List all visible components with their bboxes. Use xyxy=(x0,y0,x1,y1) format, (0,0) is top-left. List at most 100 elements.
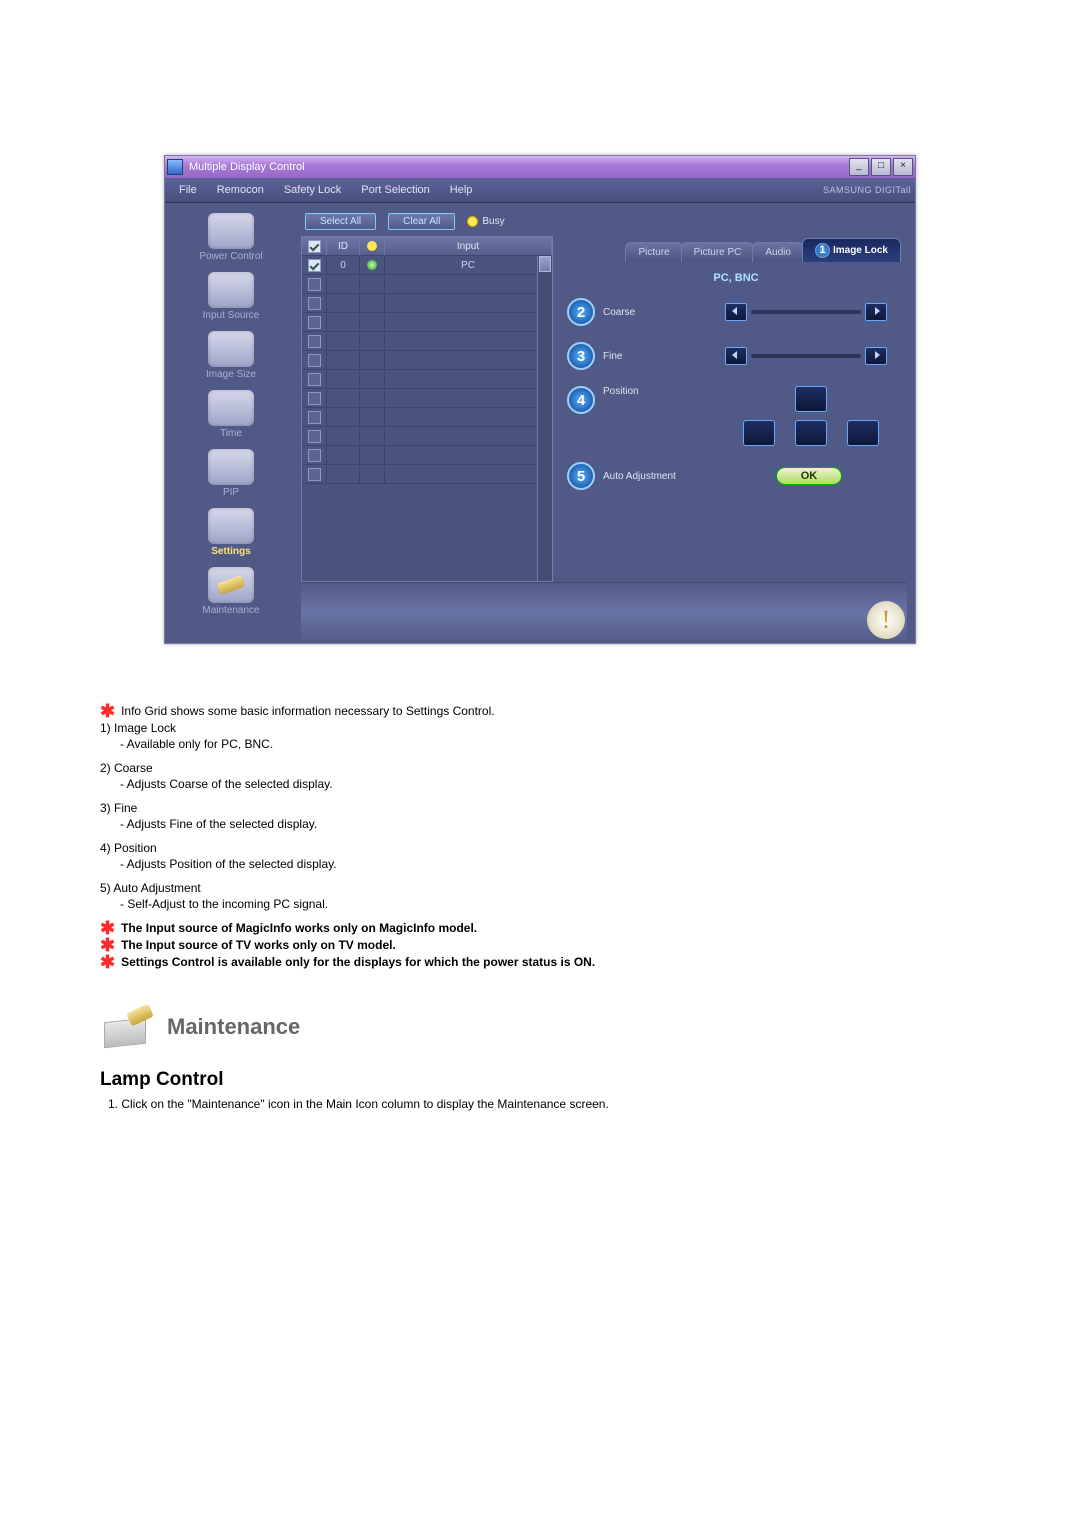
menu-port-selection[interactable]: Port Selection xyxy=(351,180,439,200)
maintenance-heading: Maintenance xyxy=(100,1004,980,1049)
coarse-decrease-button[interactable] xyxy=(725,303,747,321)
tab-picture-pc[interactable]: Picture PC xyxy=(681,242,755,262)
busy-legend: Busy xyxy=(467,216,504,227)
sidebar-item-label: Input Source xyxy=(203,310,260,321)
menu-remocon[interactable]: Remocon xyxy=(207,180,274,200)
power-icon xyxy=(208,213,254,249)
row-checkbox[interactable] xyxy=(308,354,321,367)
table-row[interactable] xyxy=(302,351,552,370)
auto-adjust-ok-button[interactable]: OK xyxy=(776,467,843,485)
row-id: 0 xyxy=(327,256,360,274)
row-id xyxy=(327,408,360,426)
marker-2: 2 xyxy=(567,298,595,326)
row-checkbox[interactable] xyxy=(308,316,321,329)
info-grid: ID Input 0 PC xyxy=(301,236,553,582)
row-checkbox[interactable] xyxy=(308,278,321,291)
row-input xyxy=(385,427,552,445)
menu-safety-lock[interactable]: Safety Lock xyxy=(274,180,351,200)
row-checkbox[interactable] xyxy=(308,259,321,272)
note-text: The Input source of MagicInfo works only… xyxy=(121,921,477,935)
table-row[interactable] xyxy=(302,313,552,332)
col-id[interactable]: ID xyxy=(327,237,360,255)
row-input xyxy=(385,465,552,483)
header-checkbox-icon[interactable] xyxy=(308,240,321,253)
input-source-icon xyxy=(208,272,254,308)
marker-4: 4 xyxy=(567,386,595,414)
position-right-button[interactable] xyxy=(847,420,879,446)
sidebar-item-label: Time xyxy=(220,428,242,439)
sidebar-item-settings[interactable]: Settings xyxy=(165,508,297,557)
sidebar-item-maintenance[interactable]: Maintenance xyxy=(165,567,297,616)
row-input xyxy=(385,294,552,312)
star-icon: ✱ xyxy=(100,921,115,935)
row-position: 4 Position xyxy=(567,386,905,446)
maintenance-icon xyxy=(208,567,254,603)
position-left-button[interactable] xyxy=(743,420,775,446)
col-input[interactable]: Input xyxy=(385,237,552,255)
note-4-sub: - Adjusts Position of the selected displ… xyxy=(120,857,980,871)
maximize-button[interactable]: □ xyxy=(871,158,891,176)
row-input: PC xyxy=(385,256,552,274)
window-title: Multiple Display Control xyxy=(189,161,305,173)
table-row[interactable] xyxy=(302,332,552,351)
source-banner: PC, BNC xyxy=(567,272,905,284)
work-area: Select All Clear All Busy ID In xyxy=(297,203,915,643)
row-checkbox[interactable] xyxy=(308,430,321,443)
position-up-button[interactable] xyxy=(795,386,827,412)
tab-audio[interactable]: Audio xyxy=(752,242,804,262)
sidebar-item-time[interactable]: Time xyxy=(165,390,297,439)
marker-3: 3 xyxy=(567,342,595,370)
coarse-increase-button[interactable] xyxy=(865,303,887,321)
fine-stepper xyxy=(675,347,905,365)
brand-label: SAMSUNG DIGITall xyxy=(823,185,911,195)
minimize-button[interactable]: _ xyxy=(849,158,869,176)
sidebar-item-label: Power Control xyxy=(199,251,262,262)
col-check[interactable] xyxy=(302,237,327,255)
row-checkbox[interactable] xyxy=(308,392,321,405)
table-row[interactable] xyxy=(302,446,552,465)
sidebar-item-label: Settings xyxy=(211,546,250,557)
row-fine: 3 Fine xyxy=(567,342,905,370)
fine-increase-button[interactable] xyxy=(865,347,887,365)
scroll-thumb[interactable] xyxy=(539,256,551,272)
table-row[interactable]: 0 PC xyxy=(302,256,552,275)
row-checkbox[interactable] xyxy=(308,373,321,386)
row-id xyxy=(327,294,360,312)
row-checkbox[interactable] xyxy=(308,468,321,481)
row-status xyxy=(360,427,385,445)
fine-track[interactable] xyxy=(751,354,861,358)
row-status xyxy=(360,351,385,369)
table-row[interactable] xyxy=(302,408,552,427)
fine-decrease-button[interactable] xyxy=(725,347,747,365)
table-row[interactable] xyxy=(302,465,552,484)
table-row[interactable] xyxy=(302,389,552,408)
table-row[interactable] xyxy=(302,370,552,389)
sidebar-item-image-size[interactable]: Image Size xyxy=(165,331,297,380)
grid-scrollbar[interactable] xyxy=(537,256,552,581)
star-icon: ✱ xyxy=(100,938,115,952)
col-status[interactable] xyxy=(360,237,385,255)
footer-bar: ! xyxy=(301,582,907,643)
clear-all-button[interactable]: Clear All xyxy=(388,213,455,230)
coarse-track[interactable] xyxy=(751,310,861,314)
row-checkbox[interactable] xyxy=(308,335,321,348)
sidebar-item-power-control[interactable]: Power Control xyxy=(165,213,297,262)
tab-picture[interactable]: Picture xyxy=(625,242,682,262)
menu-help[interactable]: Help xyxy=(440,180,483,200)
select-all-button[interactable]: Select All xyxy=(305,213,376,230)
sidebar-item-pip[interactable]: PIP xyxy=(165,449,297,498)
table-row[interactable] xyxy=(302,294,552,313)
row-checkbox[interactable] xyxy=(308,411,321,424)
tab-image-lock[interactable]: 1Image Lock xyxy=(802,238,901,262)
row-checkbox[interactable] xyxy=(308,449,321,462)
table-row[interactable] xyxy=(302,275,552,294)
sidebar-item-input-source[interactable]: Input Source xyxy=(165,272,297,321)
position-down-button[interactable] xyxy=(795,420,827,446)
close-button[interactable]: × xyxy=(893,158,913,176)
row-status xyxy=(360,389,385,407)
table-row[interactable] xyxy=(302,427,552,446)
grid-body[interactable]: 0 PC xyxy=(302,256,552,581)
row-checkbox[interactable] xyxy=(308,297,321,310)
menu-file[interactable]: File xyxy=(169,180,207,200)
titlebar[interactable]: Multiple Display Control _ □ × xyxy=(165,156,915,178)
